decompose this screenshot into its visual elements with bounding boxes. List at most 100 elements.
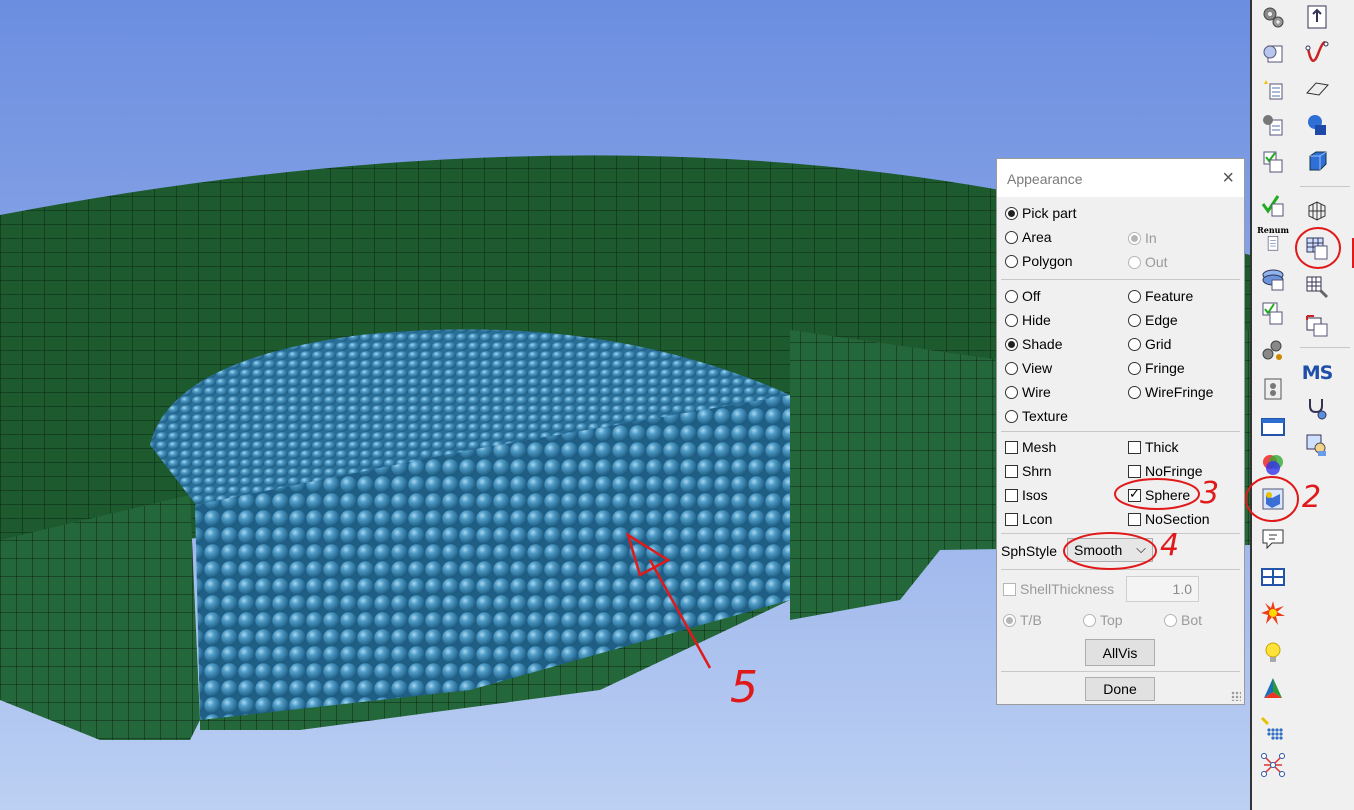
radio-indicator[interactable]: [1083, 613, 1096, 627]
radio-in[interactable]: In: [1128, 230, 1157, 246]
radio-indicator[interactable]: [1128, 337, 1141, 351]
checkbox-indicator[interactable]: [1005, 464, 1018, 478]
radio-indicator[interactable]: [1005, 361, 1018, 375]
checkbox-nosection[interactable]: NoSection: [1128, 511, 1210, 527]
part-table-icon[interactable]: [1302, 233, 1332, 263]
radio-wire[interactable]: Wire: [1005, 384, 1051, 400]
radio-indicator[interactable]: [1005, 206, 1018, 220]
radio-indicator[interactable]: [1128, 231, 1141, 245]
node-network-icon[interactable]: [1258, 750, 1288, 780]
done-button[interactable]: Done: [1085, 677, 1155, 701]
radio-pick-part[interactable]: Pick part: [1005, 205, 1076, 221]
lattice-icon[interactable]: [1302, 196, 1332, 226]
radio-label: WireFringe: [1145, 384, 1214, 400]
radio-indicator[interactable]: [1128, 289, 1141, 303]
radio-label: Pick part: [1022, 205, 1077, 221]
radio-indicator[interactable]: [1005, 337, 1018, 351]
table-check-icon[interactable]: [1258, 298, 1288, 328]
radio-texture[interactable]: Texture: [1005, 408, 1068, 424]
ms-icon[interactable]: MS: [1301, 358, 1334, 388]
split-view-icon[interactable]: [1258, 562, 1288, 592]
checkbox-nofringe[interactable]: NoFringe: [1128, 463, 1203, 479]
checkbox-isos[interactable]: Isos: [1005, 487, 1048, 503]
explode-icon[interactable]: [1258, 598, 1288, 628]
radio-grid[interactable]: Grid: [1128, 336, 1171, 352]
radio-indicator[interactable]: [1005, 254, 1018, 268]
ms-text: MS: [1301, 362, 1334, 384]
radio-wirefringe[interactable]: WireFringe: [1128, 384, 1213, 400]
message-icon[interactable]: [1258, 524, 1288, 554]
import-icon[interactable]: [1302, 2, 1332, 32]
checkbox-indicator[interactable]: [1005, 512, 1018, 526]
radio-indicator[interactable]: [1128, 385, 1141, 399]
allvis-button[interactable]: AllVis: [1085, 639, 1155, 666]
radio-edge[interactable]: Edge: [1128, 312, 1178, 328]
checkbox-indicator[interactable]: [1128, 486, 1141, 502]
radio-indicator[interactable]: [1164, 613, 1177, 627]
inspect-icon[interactable]: [1302, 430, 1332, 460]
solid-icon[interactable]: [1302, 110, 1332, 140]
settings-list-icon[interactable]: [1258, 110, 1288, 140]
checkbox-indicator[interactable]: [1003, 582, 1016, 596]
curve-icon[interactable]: [1302, 38, 1332, 68]
radio-feature[interactable]: Feature: [1128, 288, 1193, 304]
gear-group-icon[interactable]: [1258, 336, 1288, 366]
sph-style-select[interactable]: Smooth ⌵: [1067, 538, 1153, 562]
checkbox-indicator[interactable]: [1128, 440, 1141, 454]
radio-bot[interactable]: Bot: [1164, 612, 1202, 628]
radio-shade[interactable]: Shade: [1005, 336, 1062, 352]
gears-icon[interactable]: [1258, 2, 1288, 32]
check-list-icon[interactable]: [1258, 146, 1288, 176]
radio-indicator[interactable]: [1005, 313, 1018, 327]
radio-hide[interactable]: Hide: [1005, 312, 1051, 328]
radio-indicator[interactable]: [1128, 255, 1141, 269]
particle-grid-icon[interactable]: [1258, 714, 1288, 744]
list-edit-icon[interactable]: [1302, 310, 1332, 340]
checkbox-shell-thickness[interactable]: ShellThickness: [1003, 581, 1114, 597]
radio-fringe[interactable]: Fringe: [1128, 360, 1185, 376]
dialog-titlebar[interactable]: Appearance ×: [997, 159, 1244, 197]
radio-polygon[interactable]: Polygon: [1005, 253, 1073, 269]
radio-indicator[interactable]: [1005, 230, 1018, 244]
radio-area[interactable]: Area: [1005, 229, 1052, 245]
part-list-icon[interactable]: [1258, 38, 1288, 68]
checkbox-shrn[interactable]: Shrn: [1005, 463, 1052, 479]
stethoscope-icon[interactable]: [1302, 394, 1332, 424]
light-bulb-icon[interactable]: [1258, 638, 1288, 668]
appearance-sphere-icon[interactable]: [1258, 484, 1288, 514]
checkbox-indicator[interactable]: [1128, 464, 1141, 478]
radio-indicator[interactable]: [1128, 313, 1141, 327]
color-wheel-icon[interactable]: [1258, 450, 1288, 480]
resize-grip[interactable]: [1231, 691, 1241, 701]
check-list-2-icon[interactable]: [1258, 190, 1288, 220]
box-icon[interactable]: [1302, 146, 1332, 176]
checkbox-lcon[interactable]: Lcon: [1005, 511, 1052, 527]
radio-indicator[interactable]: [1128, 361, 1141, 375]
module-icon[interactable]: [1258, 374, 1288, 404]
window-icon[interactable]: [1258, 412, 1288, 442]
checkbox-thick[interactable]: Thick: [1128, 439, 1178, 455]
radio-indicator[interactable]: [1005, 289, 1018, 303]
radio-label: In: [1145, 230, 1157, 246]
new-part-icon[interactable]: [1258, 74, 1288, 104]
grid-tool-icon[interactable]: [1302, 272, 1332, 302]
close-icon[interactable]: ×: [1222, 167, 1234, 190]
checkbox-indicator[interactable]: [1005, 488, 1018, 502]
radio-indicator[interactable]: [1003, 613, 1016, 627]
layers-icon[interactable]: [1258, 264, 1288, 294]
plane-icon[interactable]: [1302, 74, 1332, 104]
renumber-icon[interactable]: Renum: [1257, 224, 1289, 254]
checkbox-indicator[interactable]: [1128, 512, 1141, 526]
checkbox-mesh[interactable]: Mesh: [1005, 439, 1056, 455]
shell-thickness-input[interactable]: 1.0: [1126, 576, 1199, 602]
radio-tb[interactable]: T/B: [1003, 612, 1042, 628]
radio-top[interactable]: Top: [1083, 612, 1123, 628]
radio-indicator[interactable]: [1005, 409, 1018, 423]
checkbox-sphere[interactable]: Sphere: [1128, 486, 1190, 503]
radio-indicator[interactable]: [1005, 385, 1018, 399]
radio-view[interactable]: View: [1005, 360, 1052, 376]
radio-out[interactable]: Out: [1128, 254, 1168, 270]
radio-off[interactable]: Off: [1005, 288, 1040, 304]
tripod-icon[interactable]: [1258, 674, 1288, 704]
checkbox-indicator[interactable]: [1005, 440, 1018, 454]
